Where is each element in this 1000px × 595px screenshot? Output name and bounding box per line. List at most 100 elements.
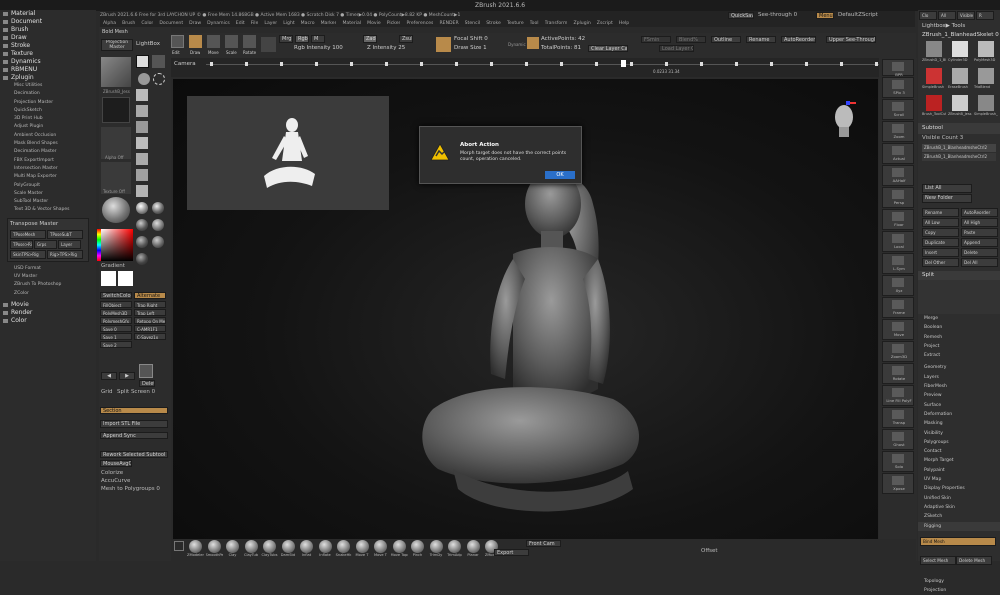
subtool-action-button[interactable]: Rename	[922, 208, 959, 217]
tool-sub-palette[interactable]: Projection	[918, 586, 1000, 595]
mesh-to-polygroups-slider[interactable]: Mesh to Polygroups 0	[101, 486, 160, 493]
palette-color[interactable]: Color	[0, 317, 96, 325]
zplugin-item[interactable]: UV Master	[0, 273, 96, 281]
timeline-keyframe[interactable]	[805, 62, 808, 66]
palette-draw[interactable]: Draw	[0, 34, 96, 42]
tool-thumbnail[interactable]: Cylinder3D	[948, 41, 972, 65]
material-sphere[interactable]	[102, 197, 130, 223]
material-thumb-2[interactable]	[152, 202, 164, 214]
timeline-keyframe[interactable]	[420, 62, 423, 66]
brush-item[interactable]: Move Topo	[391, 540, 408, 560]
tray-top-button[interactable]: Clo	[919, 11, 937, 20]
zplugin-item[interactable]: Decimation Master	[0, 148, 96, 156]
subtool-action-button[interactable]: All High	[961, 218, 998, 227]
brush-thumb-7[interactable]	[136, 185, 148, 197]
brush-item[interactable]: DamStd	[280, 540, 297, 560]
right-shelf-button[interactable]: BPR	[882, 59, 914, 77]
menu-tool[interactable]: Tool	[530, 20, 539, 27]
palette-movie[interactable]: Movie	[0, 301, 96, 309]
tool-sub-palette[interactable]: Masking	[918, 419, 1000, 428]
right-shelf-button[interactable]: Local	[882, 231, 914, 252]
right-shelf-button[interactable]: Solo	[882, 451, 914, 472]
tool-sub-palette[interactable]: Surface	[918, 401, 1000, 410]
material-thumb-1[interactable]	[136, 202, 148, 214]
zplugin-item[interactable]: Mask Blend Shapes	[0, 140, 96, 148]
shelf-button[interactable]: C-AMR1F1	[134, 325, 166, 332]
rigging-button[interactable]: Delete Mesh	[956, 555, 992, 565]
zadd-button[interactable]: Zadd	[363, 35, 377, 43]
offset-slider[interactable]: Offset	[701, 548, 718, 555]
append-sync-button[interactable]: Append Sync	[100, 432, 168, 439]
tool-sub-palette[interactable]: Morph Target	[918, 456, 1000, 465]
hue-strip[interactable]	[97, 229, 101, 261]
tpose-button[interactable]: Layer	[58, 239, 81, 249]
fsmin-button[interactable]: FSmin	[641, 36, 671, 43]
quicksave-button[interactable]: QuickSave	[728, 12, 754, 19]
menu-zscript[interactable]: Zscript	[597, 20, 613, 27]
colorize-toggle[interactable]: Colorize	[101, 470, 123, 477]
tpose-button[interactable]: TPoseMesh	[10, 229, 46, 239]
tpose-button[interactable]: TPose>Rig	[10, 239, 33, 249]
brush-item[interactable]: ClayTubs	[261, 540, 278, 560]
brush-item[interactable]: TrimAdp	[446, 540, 463, 560]
menu-help[interactable]: Help	[619, 20, 629, 27]
palette-material[interactable]: Material	[0, 10, 96, 18]
focal-shift-slider[interactable]: Focal Shift 0	[454, 36, 514, 43]
stroke-preview[interactable]	[102, 97, 130, 123]
right-shelf-button[interactable]: Xyz	[882, 275, 914, 296]
subtool-action-button[interactable]: AutoReorder	[961, 208, 998, 217]
menu-render[interactable]: RENDER	[439, 20, 458, 27]
brush-item[interactable]: Move T	[372, 540, 389, 560]
subtool-row[interactable]: ZBrushB_1_BlanheadmsheCtrl2	[922, 144, 996, 152]
export-button[interactable]: Export	[494, 549, 529, 556]
seethrough-slider[interactable]: See-through 0	[758, 12, 808, 19]
menu-document[interactable]: Document	[159, 20, 183, 27]
brush-item[interactable]: TrimDy	[428, 540, 445, 560]
tray-top-button[interactable]: All	[938, 11, 956, 20]
right-shelf-button[interactable]: L.Sym	[882, 253, 914, 274]
material-thumb-4[interactable]	[152, 219, 164, 231]
section-button[interactable]: Section	[100, 407, 168, 414]
tool-sub-palette[interactable]: Preview	[918, 391, 1000, 400]
subtool-action-button[interactable]: Paste	[961, 228, 998, 237]
tool-sub-palette[interactable]: ZSketch	[918, 512, 1000, 521]
timeline-keyframe[interactable]	[840, 62, 843, 66]
material-thumb-6[interactable]	[152, 236, 164, 248]
menu-brush[interactable]: Brush	[122, 20, 135, 27]
tool-sub-palette[interactable]: Unified Skin	[918, 494, 1000, 503]
visible-count-slider[interactable]: Visible Count 3	[918, 134, 1000, 143]
right-shelf-button[interactable]: Persp	[882, 187, 914, 208]
mrgb-button[interactable]: Mrgb	[279, 35, 293, 43]
right-shelf-button[interactable]: Zoom	[882, 121, 914, 142]
zplugin-item[interactable]: 3D Print Hub	[0, 115, 96, 123]
material-thumb-7[interactable]	[136, 253, 148, 265]
menu-light[interactable]: Light	[283, 20, 294, 27]
tpose-button[interactable]: SkinTPS>Rig	[10, 249, 46, 259]
timeline-keyframe[interactable]	[875, 62, 878, 66]
brush-mode-icon[interactable]	[436, 37, 451, 52]
move-icon[interactable]	[207, 35, 220, 48]
rgb-intensity-slider[interactable]: Rgb Intensity 100	[294, 45, 354, 52]
scale-icon[interactable]	[225, 35, 238, 48]
split-screen-slider[interactable]: Split Screen 0	[117, 389, 155, 396]
shelf-button[interactable]: Trap Left	[134, 309, 166, 316]
zplugin-item[interactable]: Misc Utilities	[0, 82, 96, 90]
shelf-button[interactable]: C-Savez1x	[134, 333, 166, 340]
camera-icon[interactable]	[139, 364, 153, 378]
delete-button[interactable]: Delete	[139, 380, 155, 387]
dynamic-toggle[interactable]: Dynamic	[508, 41, 526, 48]
tool-thumb-b[interactable]	[152, 55, 165, 68]
zplugin-item[interactable]: ZColor	[0, 290, 96, 298]
mouseavg-button[interactable]: MouseAvgQB	[100, 460, 132, 467]
menu-stencil[interactable]: Stencil	[465, 20, 481, 27]
zplugin-item[interactable]: Text 3D & Vector Shapes	[0, 206, 96, 214]
zplugin-item[interactable]: Scale Master	[0, 190, 96, 198]
zplugin-item[interactable]: PolyGroupIt	[0, 182, 96, 190]
timeline-keyframe[interactable]	[665, 62, 668, 66]
timeline-keyframe[interactable]	[700, 62, 703, 66]
edit-icon[interactable]	[171, 35, 184, 48]
right-shelf-button[interactable]: Actual	[882, 143, 914, 164]
subtool-action-button[interactable]: Del All	[961, 258, 998, 267]
tool-thumb-c[interactable]	[138, 73, 150, 85]
tool-thumbnail[interactable]: SimpleBrush_Sk	[974, 95, 998, 119]
